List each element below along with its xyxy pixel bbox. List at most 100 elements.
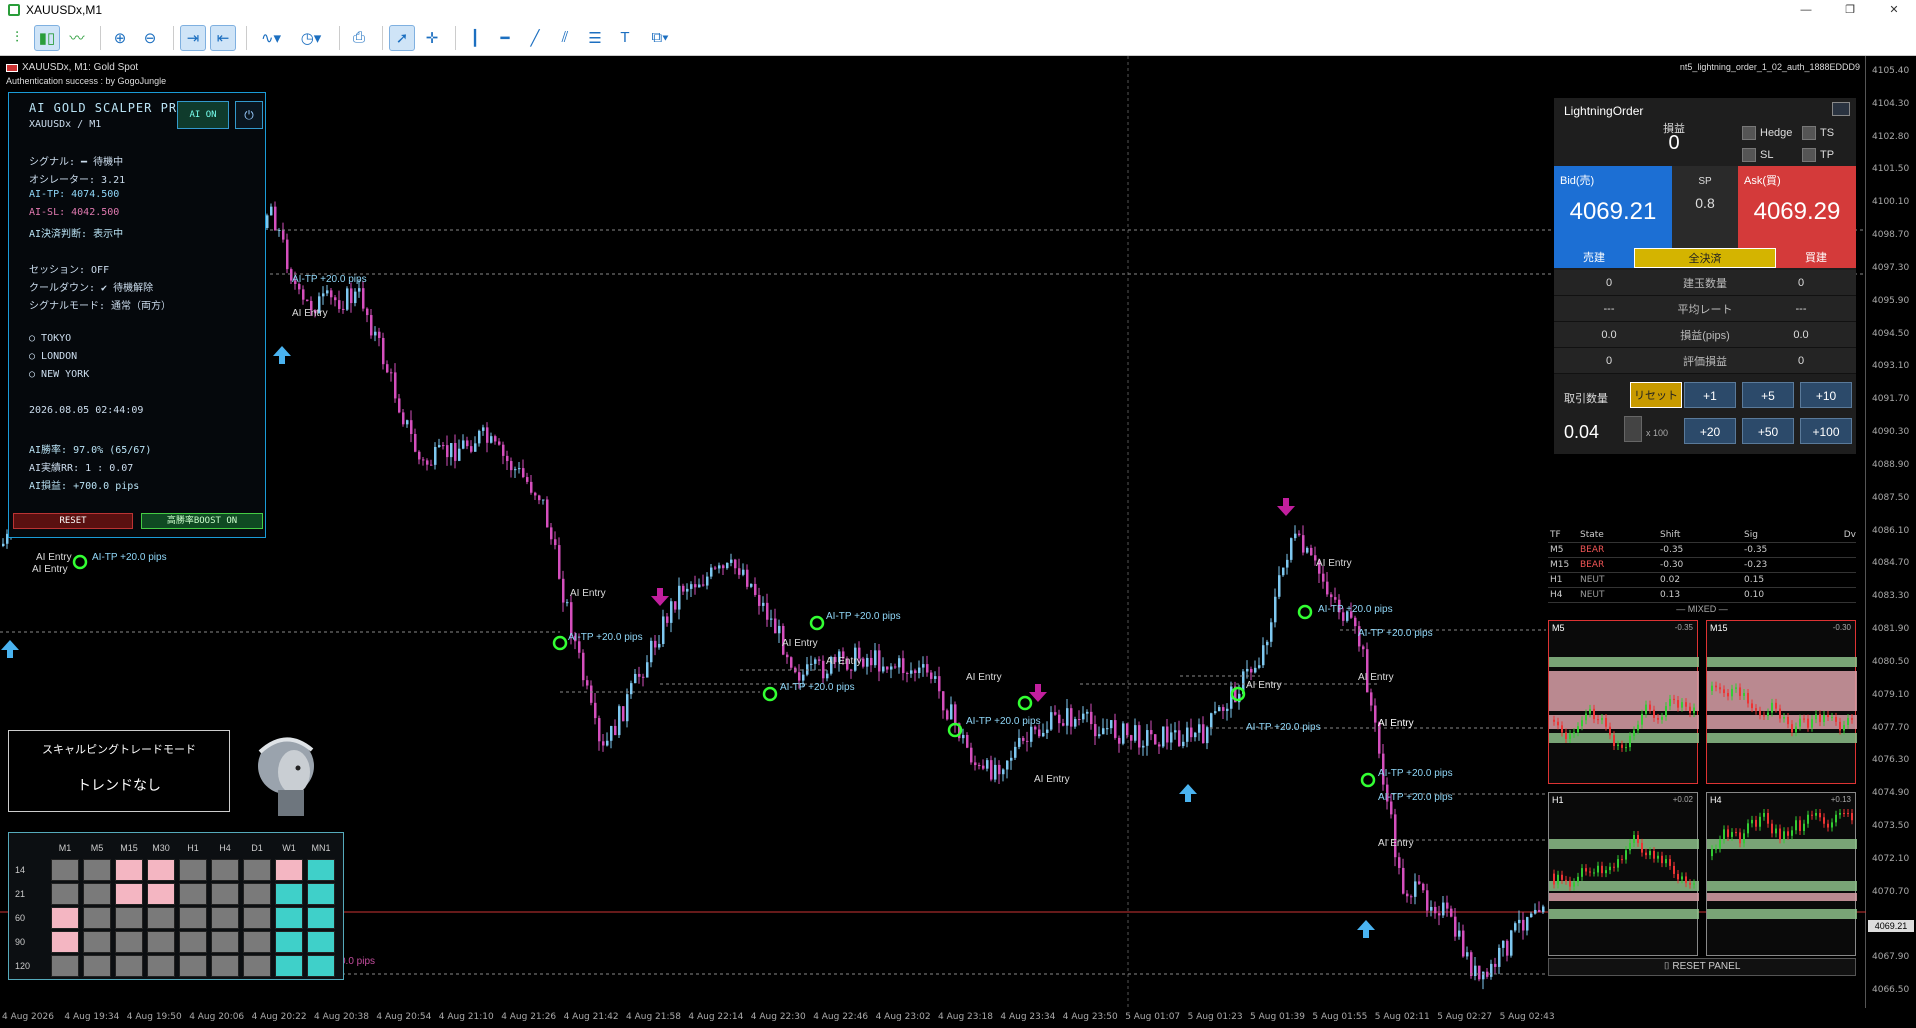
row-value-sell: --- [1603,302,1615,315]
reset-panel-button[interactable]: ⌷ RESET PANEL [1548,958,1856,976]
horizontal-line-icon[interactable]: ━ [492,25,518,51]
qty-plus100-button[interactable]: +100 [1800,418,1852,444]
candle-body [1306,547,1309,553]
candle-body [1310,547,1313,556]
mini-candle-body [1743,833,1745,844]
trendline-icon[interactable]: ╱ [522,25,548,51]
qty-value[interactable]: 0.04 [1564,422,1599,443]
chart-annotation: AI-TP +20.0 pips [1358,628,1433,639]
candle-body [770,618,773,620]
candle-body [942,691,945,711]
close-button[interactable]: ✕ [1872,0,1916,20]
mini-candle-body [1573,732,1575,734]
candle-body [1470,952,1473,976]
mini-tf-label: M15 [1710,623,1728,633]
mini-candle-body [1673,865,1675,874]
price-tick-label: 4081.90 [1872,624,1910,635]
mini-candle-body [1585,868,1587,872]
qty-plus50-button[interactable]: +50 [1742,418,1794,444]
bid-box[interactable]: Bid(売) 4069.21 [1554,166,1672,248]
bar-chart-icon[interactable]: ⫶ [4,25,30,51]
price-tick-label: 4097.30 [1872,262,1910,273]
col-sig: Sig [1744,530,1758,540]
qty-reset-button[interactable]: リセット [1630,382,1682,408]
chart-shift-icon[interactable]: ⇤ [210,24,236,51]
zoom-out-icon[interactable]: ⊖ [137,25,163,51]
qty-plus20-button[interactable]: +20 [1684,418,1736,444]
candle-body [530,481,533,493]
line-chart-icon[interactable]: 〰 [64,25,90,51]
sell-button[interactable]: 売建 [1554,248,1634,268]
mini-candle-body [1589,871,1591,873]
candle-body [690,584,693,589]
cursor-icon[interactable]: ➚ [389,24,415,51]
buy-arrow-icon [1,640,19,658]
mini-candle-body [1775,828,1777,834]
crosshair-icon[interactable]: ✛ [419,25,445,51]
candle-body [1134,725,1137,741]
grid-row-header: 120 [15,961,31,971]
ai-on-button[interactable]: AI ON [177,101,229,129]
candle-body [986,760,989,769]
candle-body [370,315,373,336]
candle-body [862,658,865,667]
candle-chart-icon[interactable]: ▮▯ [34,24,60,51]
candle-body [1510,930,1513,956]
grid-cell [115,907,143,929]
vertical-line-icon[interactable]: ┃ [462,25,488,51]
mini-candle-body [1693,707,1695,714]
mini-candle-body [1847,718,1849,725]
autoscroll-icon[interactable]: ⇥ [180,24,206,51]
shapes-icon[interactable]: ⧉▾ [642,25,678,51]
sl-label: SL [1760,149,1774,161]
qty-plus5-button[interactable]: +5 [1742,382,1794,408]
channel-icon[interactable]: ⫽ [552,25,578,51]
zoom-in-icon[interactable]: ⊕ [107,25,133,51]
time-tick-label: 4 Aug 23:34 [1000,1012,1056,1022]
text-icon[interactable]: T [612,25,638,51]
ai-boost-button[interactable]: 高勝率BOOST ON [141,513,263,529]
indicators-icon[interactable]: ∿▾ [253,25,289,51]
hedge-checkbox[interactable]: Hedge [1742,126,1792,140]
mini-candle-body [1685,876,1687,884]
candle-body [322,293,325,297]
cell-sig: -0.23 [1744,560,1768,570]
power-icon[interactable]: ⏻ [235,101,263,129]
candle-body [694,584,697,588]
minimize-button[interactable]: — [1784,0,1828,20]
candle-body [462,440,465,449]
chart-annotation: AI Entry [570,588,606,599]
fibo-icon[interactable]: ☰ [582,25,608,51]
screenshot-icon[interactable]: ⎙ [346,25,372,51]
ask-label: Ask(買) [1744,175,1781,187]
grid-col-header: D1 [251,843,263,853]
mini-candle-body [1653,709,1655,718]
grid-cell [147,907,175,929]
main-toolbar: ⫶ ▮▯ 〰 ⊕ ⊖ ⇥ ⇤ ∿▾ ◷▾ ⎙ ➚ ✛ ┃ ━ ╱ ⫽ ☰ T ⧉… [0,20,1916,56]
candle-body [686,588,689,592]
price-tick-label: 4098.70 [1872,230,1910,241]
timeframes-icon[interactable]: ◷▾ [293,25,329,51]
minimize-panel-button[interactable] [1832,102,1850,116]
candle-body [542,499,545,501]
mini-candle-body [1723,689,1725,694]
qty-plus10-button[interactable]: +10 [1800,382,1852,408]
mini-candle-body [1629,736,1631,748]
qty-spinner[interactable] [1624,416,1642,442]
grid-cell [243,883,271,905]
ask-box[interactable]: Ask(買) 4069.29 [1738,166,1856,248]
ai-profit: AI損益: +700.0 pips [29,481,140,492]
buy-button[interactable]: 買建 [1776,248,1856,268]
mini-value: +0.13 [1830,795,1851,804]
ts-checkbox[interactable]: TS [1802,126,1834,140]
close-all-button[interactable]: 全決済 [1634,248,1776,268]
qty-plus1-button[interactable]: +1 [1684,382,1736,408]
candle-body [1002,769,1005,775]
maximize-button[interactable]: ❐ [1828,0,1872,20]
sl-checkbox[interactable]: SL [1742,148,1773,162]
price-tick-label: 4067.90 [1872,952,1910,963]
ai-reset-button[interactable]: RESET [13,513,133,529]
price-tick-label: 4084.70 [1872,558,1910,569]
mini-chart-m5: M5 -0.35 [1548,620,1699,784]
tp-checkbox[interactable]: TP [1802,148,1834,162]
